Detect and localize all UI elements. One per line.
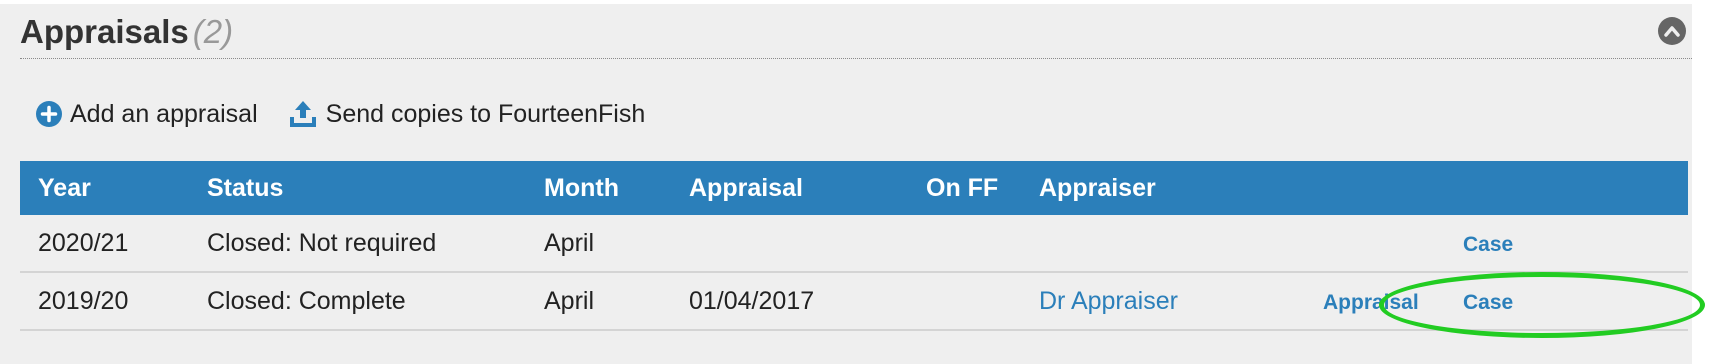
year-cell: 2019/20 [20, 272, 189, 331]
add-appraisal-button[interactable]: Add an appraisal [36, 100, 258, 129]
year-cell: 2020/21 [20, 215, 189, 273]
appraiser-link[interactable]: Dr Appraiser [1039, 287, 1178, 315]
send-to-fourteenfish-button[interactable]: Send copies to FourteenFish [288, 99, 646, 129]
panel-header: Appraisals (2) [20, 4, 1692, 59]
case-link[interactable]: Case [1463, 291, 1513, 314]
column-header-appraiser[interactable]: Appraiser [1021, 161, 1271, 215]
appraisal-date-cell: 01/04/2017 [671, 272, 908, 331]
month-cell: April [526, 272, 671, 331]
column-header-year[interactable]: Year [20, 161, 189, 215]
column-header-month[interactable]: Month [526, 161, 671, 215]
column-header-on-ff[interactable]: On FF [908, 161, 1021, 215]
appraiser-cell: Dr Appraiser [1021, 272, 1271, 331]
appraisal-count: (2) [192, 13, 234, 50]
chevron-up-icon [1664, 26, 1680, 37]
column-header-appraisal[interactable]: Appraisal [671, 161, 908, 215]
actions-cell: Case [1271, 215, 1688, 273]
column-header-status[interactable]: Status [189, 161, 526, 215]
appraisals-table: Year Status Month Appraisal On FF Apprai… [20, 161, 1688, 331]
plus-circle-icon [36, 101, 62, 127]
upload-icon [288, 99, 318, 129]
table-row: 2020/21 Closed: Not required April Case [20, 215, 1688, 273]
appraisal-date-cell [671, 215, 908, 273]
table-header-row: Year Status Month Appraisal On FF Apprai… [20, 161, 1688, 215]
status-cell: Closed: Not required [189, 215, 526, 273]
send-copies-label: Send copies to FourteenFish [325, 99, 646, 128]
actions-cell: Appraisal Case [1271, 272, 1688, 331]
panel-title: Appraisals (2) [20, 13, 233, 51]
case-link[interactable]: Case [1463, 233, 1513, 256]
on-ff-cell [908, 215, 1021, 273]
table-row: 2019/20 Closed: Complete April 01/04/201… [20, 272, 1688, 331]
add-appraisal-label: Add an appraisal [70, 99, 258, 128]
actions-bar: Add an appraisal Send copies to Fourteen… [36, 94, 675, 134]
appraisal-link[interactable]: Appraisal [1323, 291, 1463, 315]
appraiser-cell [1021, 215, 1271, 273]
status-cell: Closed: Complete [189, 272, 526, 331]
collapse-button[interactable] [1658, 17, 1686, 45]
month-cell: April [526, 215, 671, 273]
on-ff-cell [908, 272, 1021, 331]
panel-title-text: Appraisals [20, 13, 189, 50]
column-header-actions [1271, 161, 1688, 215]
